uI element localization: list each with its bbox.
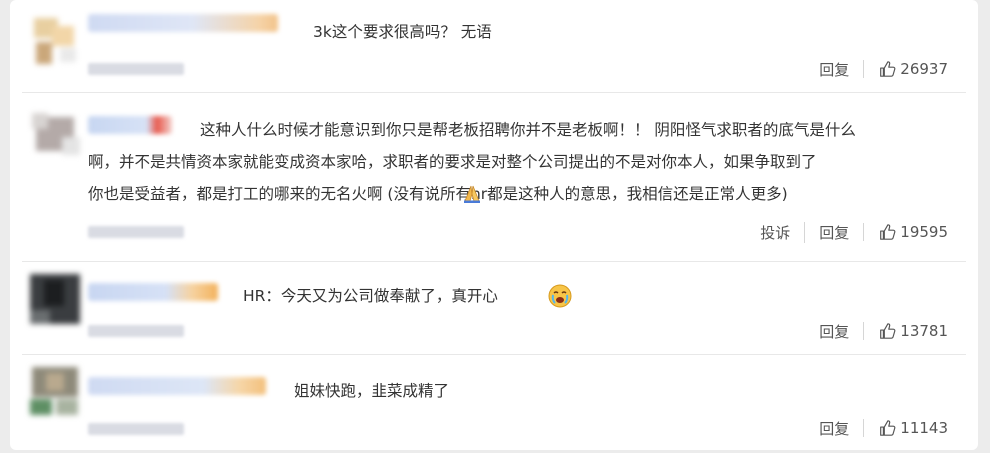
like-button[interactable]: 19595 [863, 223, 962, 241]
username-redacted[interactable] [88, 377, 266, 395]
like-count: 11143 [900, 419, 948, 437]
report-button[interactable]: 投诉 [746, 222, 804, 243]
comment-text-line: 姐妹快跑，韭菜成精了 [294, 382, 450, 400]
reply-button[interactable]: 回复 [805, 418, 863, 439]
comment-item: 姐妹快跑，韭菜成精了 回复 11143 [10, 355, 978, 450]
comment-text: 这种人什么时候才能意识到你只是帮老板招聘你并不是老板啊！！ 阴阳怪气求职者的底气… [88, 114, 978, 178]
comment-actions: 回复 11143 [805, 417, 962, 439]
thumbs-up-icon [880, 323, 896, 339]
reply-button[interactable]: 回复 [804, 221, 863, 243]
comment-item: HR：今天又为公司做奉献了，真开心 回复 13781 [10, 262, 978, 354]
like-count: 13781 [900, 322, 948, 340]
like-count: 19595 [900, 223, 948, 241]
comment-text: 姐妹快跑，韭菜成精了 [294, 375, 449, 407]
comment-actions: 回复 26937 [805, 58, 962, 80]
comment-actions: 回复 13781 [805, 320, 962, 342]
comment-text-line: 你也是受益者，都是打工的哪来的无名火啊 (没有说所有hr都是这种人的意思，我相信… [88, 185, 788, 203]
comment-actions: 投诉 回复 19595 [746, 221, 962, 243]
like-button[interactable]: 11143 [863, 419, 962, 437]
username-redacted[interactable] [88, 14, 278, 32]
avatar[interactable] [26, 363, 84, 421]
like-button[interactable]: 13781 [863, 322, 962, 340]
comment-text-line: HR：今天又为公司做奉献了，真开心 [243, 287, 498, 305]
pray-hands-icon [464, 185, 480, 203]
timestamp-redacted [88, 63, 184, 75]
avatar[interactable] [26, 270, 84, 328]
crying-face-icon [548, 284, 572, 308]
like-button[interactable]: 26937 [863, 60, 962, 78]
timestamp-redacted [88, 423, 184, 435]
avatar[interactable] [26, 107, 84, 165]
timestamp-redacted [88, 325, 184, 337]
comment-text: 3k这个要求很高吗？ 无语 [313, 16, 492, 48]
like-count: 26937 [900, 60, 948, 78]
comment-text: HR：今天又为公司做奉献了，真开心 [243, 280, 498, 312]
reply-button[interactable]: 回复 [805, 321, 863, 342]
comment-item: 这种人什么时候才能意识到你只是帮老板招聘你并不是老板啊！！ 阴阳怪气求职者的底气… [10, 93, 978, 261]
comment-list: 3k这个要求很高吗？ 无语 回复 26937 这种人什么时候才能意识到你只是帮老… [10, 0, 978, 450]
comment-text-last: 你也是受益者，都是打工的哪来的无名火啊 (没有说所有hr都是这种人的意思，我相信… [88, 178, 788, 210]
comment-text-line: 3k这个要求很高吗？ 无语 [313, 23, 492, 41]
timestamp-redacted [88, 226, 184, 238]
thumbs-up-icon [880, 420, 896, 436]
thumbs-up-icon [880, 224, 896, 240]
username-redacted[interactable] [88, 283, 218, 301]
thumbs-up-icon [880, 61, 896, 77]
avatar[interactable] [26, 12, 84, 70]
comment-text-line: 这种人什么时候才能意识到你只是帮老板招聘你并不是老板啊！！ 阴阳怪气求职者的底气… [200, 121, 856, 139]
reply-button[interactable]: 回复 [805, 59, 863, 80]
comment-text-line: 啊，并不是共情资本家就能变成资本家哈，求职者的要求是对整个公司提出的不是对你本人… [88, 153, 817, 171]
comment-item: 3k这个要求很高吗？ 无语 回复 26937 [10, 0, 978, 92]
